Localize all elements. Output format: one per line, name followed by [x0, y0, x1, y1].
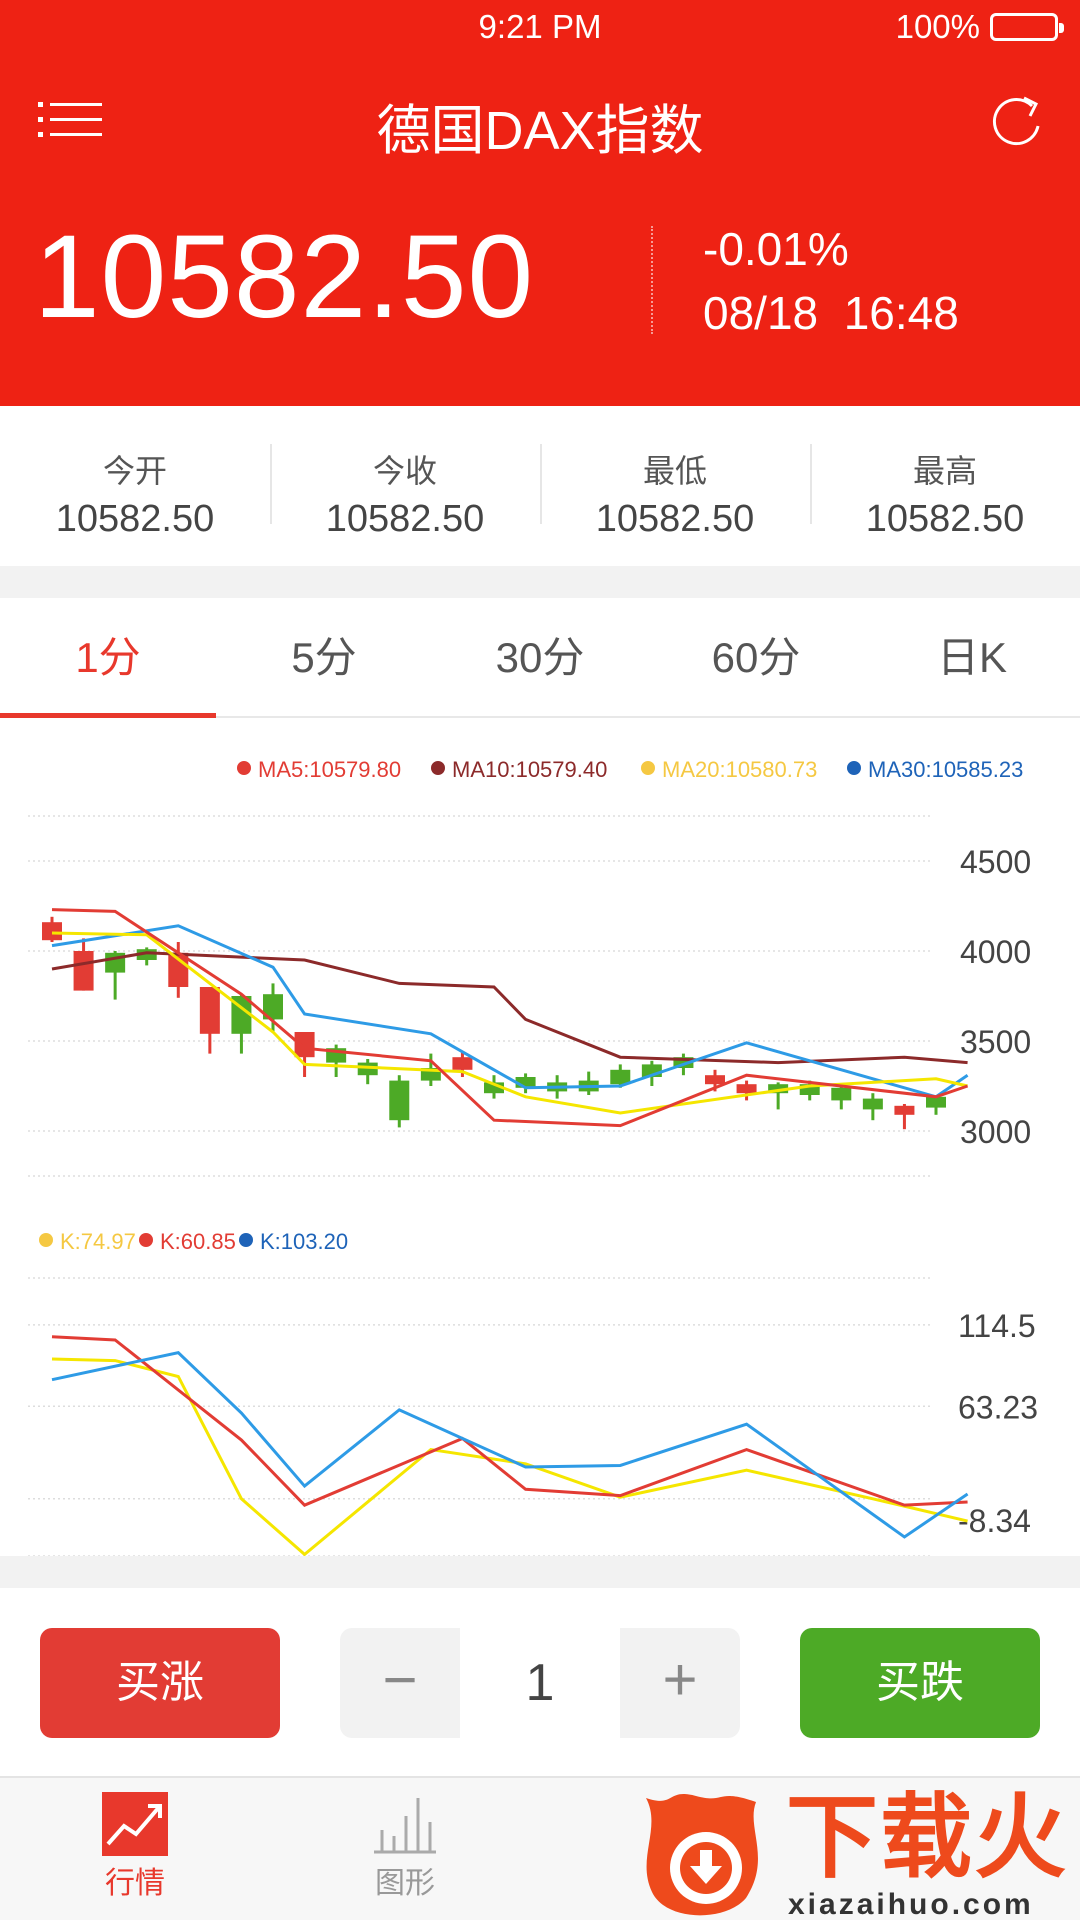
- y-tick-label: 4500: [960, 844, 1031, 880]
- kd-line-3: [51, 1351, 969, 1539]
- y-tick-label: 4000: [960, 934, 1031, 970]
- header: 9:21 PM 100% 德国DAX指数 10582.50 -0.01% 08/…: [0, 0, 1080, 406]
- candle-body: [294, 1032, 315, 1058]
- watermark-url: xiazaihuo.com: [788, 1888, 1034, 1920]
- candle-body: [736, 1084, 757, 1094]
- legend-label: MA5:10579.80: [258, 757, 401, 782]
- legend-label: MA20:10580.73: [662, 757, 817, 782]
- legend-label: MA10:10579.40: [452, 757, 607, 782]
- watermark-logo: 下载火 xiazaihuo.com: [636, 1788, 1080, 1920]
- price-stats: 今开 10582.50 今收 10582.50 最低 10582.50 最高 1…: [0, 406, 1080, 566]
- page-title: 德国DAX指数: [376, 101, 704, 161]
- candle-body: [894, 1105, 915, 1115]
- tab-1min[interactable]: 1分: [0, 598, 216, 718]
- price-chart[interactable]: MA5:10579.80 MA10:10579.40 MA20:10580.73 MA…: [0, 718, 1080, 1556]
- y-tick-label: 63.23: [958, 1389, 1038, 1425]
- legend-label: MA30:10585.23: [868, 757, 1023, 782]
- candle-body: [452, 1057, 473, 1070]
- candle-body: [73, 951, 94, 991]
- legend-dot: [847, 761, 861, 775]
- interval-tabs: 1分 5分 30分 60分 日K: [0, 598, 1080, 718]
- stat-open: 今开 10582.50: [0, 406, 270, 566]
- stat-low: 最低 10582.50: [540, 406, 810, 566]
- nav-item-market[interactable]: 行情: [60, 1792, 210, 1902]
- refresh-icon[interactable]: [988, 90, 1044, 148]
- stat-value: 10582.50: [595, 498, 755, 540]
- legend-dot: [237, 761, 251, 775]
- price-change: -0.01%: [703, 223, 849, 275]
- trade-bar: 买涨 − 1 + 买跌: [0, 1588, 1080, 1776]
- quote-date: 08/18: [703, 287, 819, 339]
- current-price: 10582.50: [34, 211, 535, 343]
- y-tick-label: -8.34: [958, 1503, 1031, 1539]
- stat-label: 今开: [102, 453, 167, 489]
- header-divider: [651, 226, 653, 334]
- tab-30min[interactable]: 30分: [432, 598, 648, 716]
- bottom-nav: 行情 图形 下载火 xiazaihuo.com: [0, 1776, 1080, 1920]
- nav-label: 行情: [105, 1867, 165, 1900]
- candle-body: [862, 1098, 883, 1110]
- battery-icon: [990, 13, 1064, 41]
- y-tick-label: 114.5: [958, 1308, 1036, 1344]
- legend-label: K:74.97: [60, 1229, 136, 1254]
- legend-dot: [139, 1233, 153, 1247]
- nav-item-chart[interactable]: 图形: [330, 1792, 480, 1902]
- nav-label: 图形: [375, 1867, 435, 1900]
- quote-datetime: 08/18 16:48: [703, 286, 959, 340]
- candle-body: [705, 1075, 725, 1085]
- tab-5min[interactable]: 5分: [216, 598, 432, 716]
- candle-body: [42, 922, 62, 941]
- section-gap: [0, 1556, 1080, 1588]
- legend-dot: [39, 1233, 53, 1247]
- legend-label: K:103.20: [260, 1229, 348, 1254]
- legend-dot: [431, 761, 445, 775]
- watermark-text: 下载火: [786, 1787, 1069, 1889]
- quote-time: 16:48: [843, 287, 959, 339]
- candle-body: [926, 1096, 946, 1108]
- tab-daily-k[interactable]: 日K: [864, 598, 1080, 716]
- ma-line-ma5: [51, 908, 969, 1128]
- stat-value: 10582.50: [325, 498, 485, 540]
- quantity-value[interactable]: 1: [460, 1628, 620, 1738]
- increment-button[interactable]: +: [620, 1628, 740, 1738]
- y-tick-label: 3000: [960, 1114, 1031, 1150]
- decrement-button[interactable]: −: [340, 1628, 460, 1738]
- legend-label: K:60.85: [160, 1229, 236, 1254]
- section-gap: [0, 566, 1080, 598]
- kd-line-1: [51, 1357, 968, 1556]
- market-trend-icon: [102, 1792, 168, 1856]
- stat-label: 最低: [642, 453, 707, 489]
- candle-body: [389, 1080, 410, 1121]
- battery-percent: 100%: [895, 8, 980, 45]
- y-tick-label: 3500: [960, 1024, 1031, 1060]
- candle-body: [199, 987, 220, 1034]
- legend-dot: [239, 1233, 253, 1247]
- stat-label: 今收: [372, 453, 437, 489]
- stat-high: 最高 10582.50: [810, 406, 1080, 566]
- candle-body: [831, 1087, 852, 1101]
- quantity-stepper: − 1 +: [340, 1628, 740, 1738]
- status-battery: 100%: [895, 8, 1064, 46]
- stat-close: 今收 10582.50: [270, 406, 540, 566]
- stat-label: 最高: [912, 453, 977, 489]
- flame-logo-icon: [646, 1794, 758, 1916]
- buy-up-button[interactable]: 买涨: [40, 1628, 280, 1738]
- tab-60min[interactable]: 60分: [648, 598, 864, 716]
- bar-chart-icon: [374, 1798, 436, 1854]
- legend-dot: [641, 761, 655, 775]
- chart-canvas: MA5:10579.80 MA10:10579.40 MA20:10580.73 MA…: [28, 757, 1038, 1556]
- buy-down-button[interactable]: 买跌: [800, 1628, 1040, 1738]
- stat-value: 10582.50: [865, 498, 1025, 540]
- stat-value: 10582.50: [55, 498, 215, 540]
